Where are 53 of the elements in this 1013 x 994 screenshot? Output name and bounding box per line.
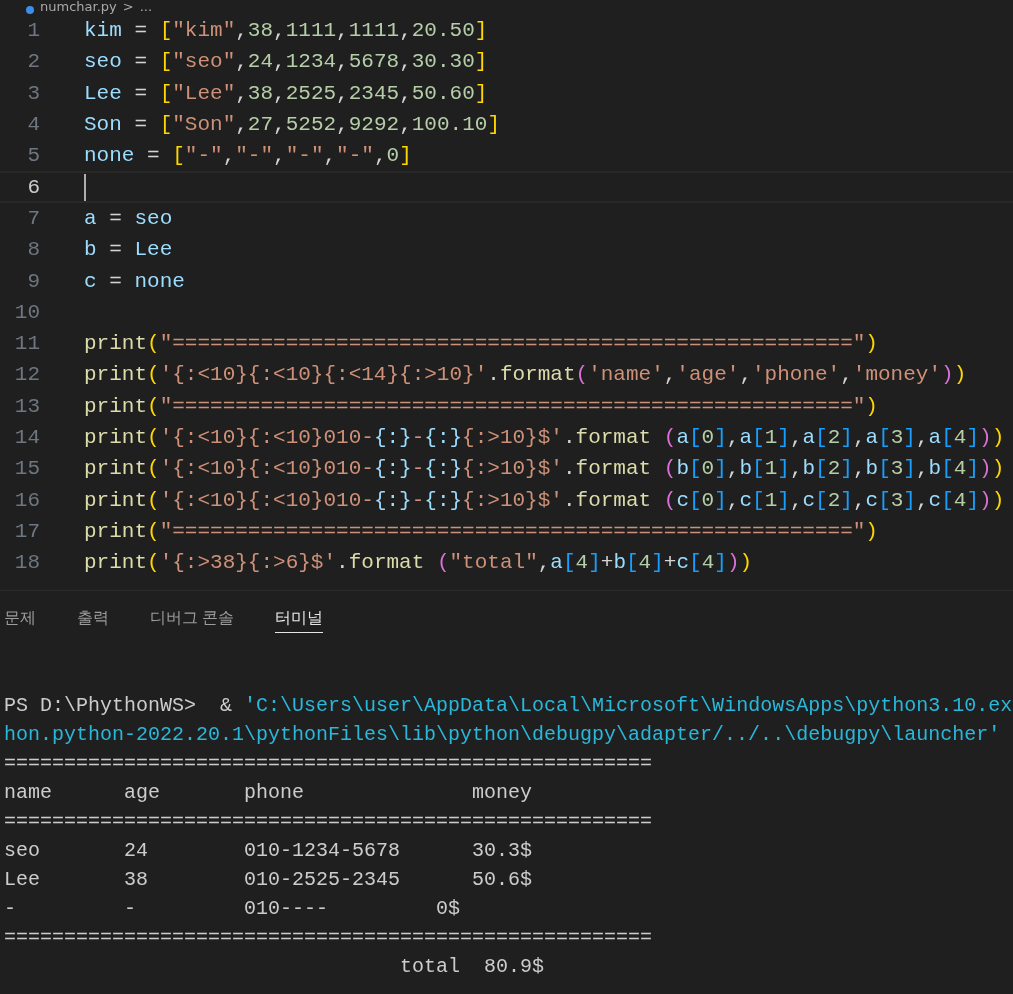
panel-tab[interactable]: 출력 (77, 609, 109, 633)
breadcrumb-file[interactable]: numchar.py (40, 0, 117, 14)
terminal-line: seo 24 010-1234-5678 30.3$ (4, 838, 534, 864)
code-line: print("======================================================") (84, 332, 878, 356)
text-cursor (84, 173, 86, 201)
code-line: b = Lee (84, 238, 173, 262)
code-line: print('{:<10}{:<10}{:<14}{:>10}'.format('name','age','phone','money')) (84, 363, 967, 387)
terminal-line: - - 010---- 0$ (4, 896, 462, 922)
line-number: 11 (13, 332, 40, 356)
line-number: 16 (13, 488, 40, 512)
terminal-line: PS D:\PhythonWS> & 'C:\Users\user\AppData\Local\Microsoft\WindowsApps\python3.10.ex (4, 693, 1013, 719)
line-number: 3 (26, 81, 40, 105)
code-line: print("======================================================") (84, 394, 878, 418)
code-line: print('{:>38}{:>6}$'.format ("total",a[4]+b[4]+c[4])) (84, 551, 753, 575)
line-number: 12 (13, 363, 40, 387)
line-number: 13 (13, 394, 40, 418)
terminal-line: ====================================================== (4, 751, 654, 777)
code-line: print('{:<10}{:<10}010-{:}-{:}{:>10}$'.format (b[0],b[1],b[2],b[3],b[4])) (84, 457, 1005, 481)
terminal-line: hon.python-2022.20.1\pythonFiles\lib\python\debugpy\adapter/../..\debugpy\launcher' (4, 722, 1002, 748)
terminal-line: Lee 38 010-2525-2345 50.6$ (4, 867, 534, 893)
line-number: 6 (26, 175, 40, 199)
line-number: 1 (26, 19, 40, 43)
line-number: 18 (13, 551, 40, 575)
python-file-icon (26, 6, 34, 14)
terminal-line: name age phone money (4, 780, 534, 806)
code-line: print('{:<10}{:<10}010-{:}-{:}{:>10}$'.format (c[0],c[1],c[2],c[3],c[4])) (84, 488, 1005, 512)
line-number: 4 (26, 113, 40, 137)
code-line: kim = ["kim",38,1111,1111,20.50] (84, 19, 488, 43)
terminal-line: total 80.9$ (399, 954, 546, 980)
line-number: 10 (13, 300, 40, 324)
code-line: none = ["-","-","-","-",0] (84, 144, 412, 168)
code-line: Son = ["Son",27,5252,9292,100.10] (84, 113, 500, 137)
code-line: a = seo (84, 206, 173, 230)
terminal-line: ====================================================== (4, 809, 654, 835)
code-line: print('{:<10}{:<10}010-{:}-{:}{:>10}$'.format (a[0],a[1],a[2],a[3],a[4])) (84, 426, 1005, 449)
panel-tab[interactable]: 문제 (4, 609, 36, 633)
panel-tab[interactable]: 디버그 콘솔 (150, 609, 235, 633)
line-number: 2 (26, 50, 40, 74)
code-line: seo = ["seo",24,1234,5678,30.30] (84, 50, 488, 74)
breadcrumb-separator: > (122, 0, 134, 14)
line-number: 14 (13, 426, 40, 449)
code-line: print("======================================================") (84, 519, 878, 543)
terminal-line: ====================================================== (4, 925, 654, 951)
line-number: 15 (13, 457, 40, 481)
line-number: 7 (26, 206, 40, 230)
code-line: c = none (84, 269, 185, 293)
line-number: 9 (26, 269, 40, 293)
line-number: 17 (13, 519, 40, 543)
line-number: 8 (26, 238, 40, 262)
breadcrumb-more[interactable]: ... (139, 0, 153, 14)
code-line: Lee = ["Lee",38,2525,2345,50.60] (84, 81, 488, 105)
line-number: 5 (26, 144, 40, 168)
panel-tab[interactable]: 터미널 (275, 609, 324, 633)
